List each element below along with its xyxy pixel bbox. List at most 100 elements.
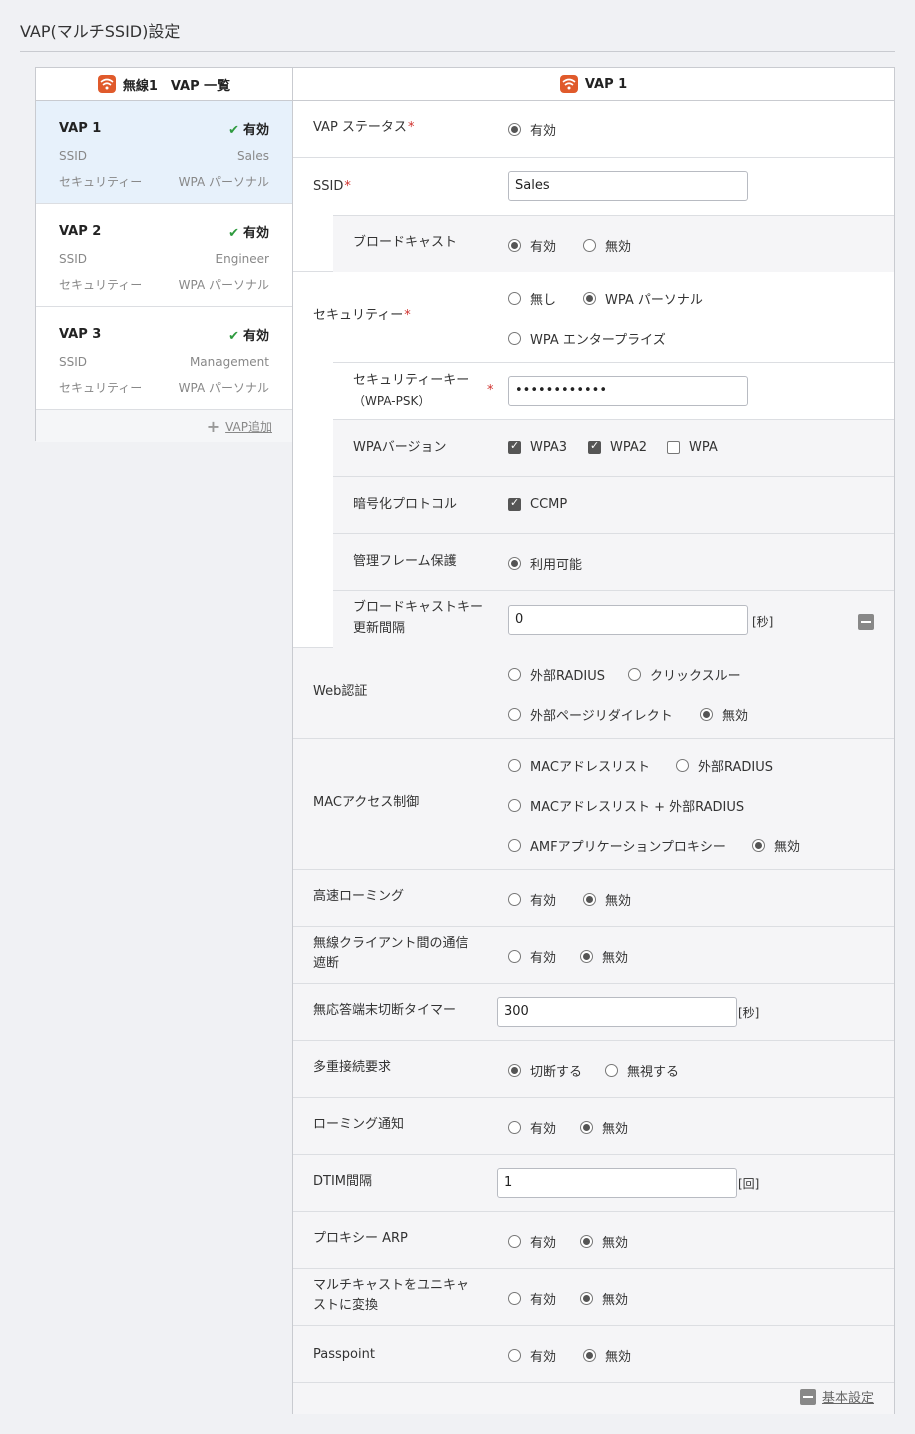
encryption-label: 暗号化プロトコル — [353, 497, 458, 512]
fast-roaming-label: 高速ローミング — [313, 889, 405, 904]
check-icon: ✔ — [228, 329, 239, 344]
security-key-input[interactable]: •••••••••••• — [508, 376, 748, 406]
encryption-row: 暗号化プロトコル CCMP — [333, 476, 894, 533]
web-auth-redirect-radio[interactable]: 外部ページリダイレクト — [508, 705, 673, 724]
add-vap-label: VAP追加 — [225, 419, 272, 434]
multi-connect-disconnect-radio[interactable]: 切断する — [508, 1061, 582, 1080]
roaming-notify-enable-radio[interactable]: 有効 — [508, 1118, 556, 1137]
collapse-icon[interactable] — [858, 614, 874, 630]
vap-status-label: VAP ステータス — [313, 120, 407, 135]
web-auth-clickthrough-radio[interactable]: クリックスルー — [628, 665, 741, 684]
status-badge: ✔ 有効 — [228, 329, 269, 344]
ssid-label: SSID — [59, 149, 88, 163]
vap-item-2[interactable]: VAP 2 ✔ 有効 SSID Engineer セキュリティー WPA パーソナル — [36, 204, 292, 307]
wpa3-checkbox[interactable]: WPA3 — [508, 439, 567, 455]
security-key-sublabel: （WPA-PSK） — [353, 394, 431, 408]
ssid-label: SSID — [59, 355, 88, 369]
client-isolation-sublabel: 遮断 — [313, 956, 340, 971]
basic-settings-link[interactable]: 基本設定 — [799, 1387, 874, 1406]
security-personal-radio[interactable]: WPA パーソナル — [583, 289, 703, 308]
proxy-arp-row: プロキシー ARP 有効 無効 — [293, 1212, 894, 1269]
broadcast-key-label: ブロードキャストキー — [353, 600, 484, 615]
ssid-input[interactable]: Sales — [508, 171, 748, 201]
broadcast-enable-radio[interactable]: 有効 — [508, 236, 556, 255]
mgmt-frame-label: 管理フレーム保護 — [353, 554, 457, 569]
mac-radius-radio[interactable]: 外部RADIUS — [676, 756, 773, 775]
web-auth-disable-radio[interactable]: 無効 — [700, 705, 748, 724]
broadcast-key-sublabel: 更新間隔 — [353, 621, 406, 636]
vap-list-title: 無線1 VAP 一覧 — [122, 78, 231, 94]
ssid-value: Management — [189, 355, 269, 369]
broadcast-key-input[interactable]: 0 — [508, 605, 748, 635]
multi-connect-label: 多重接続要求 — [313, 1060, 392, 1075]
check-icon: ✔ — [228, 226, 239, 241]
inactivity-timer-label: 無応答端末切断タイマー — [313, 1003, 457, 1018]
web-auth-label: Web認証 — [313, 684, 368, 699]
check-icon: ✔ — [228, 123, 239, 138]
client-isolation-row: 無線クライアント間の通信 遮断 有効 無効 — [293, 927, 894, 984]
ssid-label: SSID — [59, 252, 88, 266]
fast-roaming-row: 高速ローミング 有効 無効 — [293, 870, 894, 927]
mcast-to-ucast-label: マルチキャストをユニキャ — [313, 1278, 470, 1293]
inactivity-timer-input[interactable]: 300 — [497, 997, 737, 1027]
vap-item-3[interactable]: VAP 3 ✔ 有効 SSID Management セキュリティー WPA パーソナ… — [36, 307, 292, 410]
ssid-value: Engineer — [215, 252, 269, 266]
ccmp-checkbox[interactable]: CCMP — [508, 496, 567, 512]
passpoint-enable-radio[interactable]: 有効 — [508, 1346, 556, 1365]
wifi-icon — [97, 75, 116, 93]
security-label: セキュリティー — [59, 381, 143, 395]
passpoint-disable-radio[interactable]: 無効 — [583, 1346, 631, 1365]
broadcast-key-row: ブロードキャストキー 更新間隔 0 [秒] — [333, 590, 894, 648]
security-label: セキュリティー — [59, 175, 143, 189]
fast-roaming-disable-radio[interactable]: 無効 — [583, 890, 631, 909]
roaming-notify-row: ローミング通知 有効 無効 — [293, 1098, 894, 1155]
dtim-unit: [回] — [738, 1177, 760, 1191]
mac-list-radio[interactable]: MACアドレスリスト — [508, 756, 650, 775]
security-key-label: セキュリティーキー — [353, 373, 470, 388]
inactivity-timer-unit: [秒] — [738, 1006, 760, 1020]
dtim-row: DTIM間隔 1 [回] — [293, 1155, 894, 1212]
broadcast-key-unit: [秒] — [752, 615, 774, 629]
proxy-arp-label: プロキシー ARP — [313, 1231, 408, 1246]
dtim-input[interactable]: 1 — [497, 1168, 737, 1198]
wpa-checkbox[interactable]: WPA — [667, 440, 718, 455]
roaming-notify-disable-radio[interactable]: 無効 — [580, 1118, 628, 1137]
mcast-to-ucast-disable-radio[interactable]: 無効 — [580, 1289, 628, 1308]
amf-proxy-radio[interactable]: AMFアプリケーションプロキシー — [508, 836, 726, 855]
vap-status-enable-radio[interactable]: 有効 — [508, 120, 556, 139]
mac-list-radius-radio[interactable]: MACアドレスリスト + 外部RADIUS — [508, 796, 744, 815]
wpa2-checkbox[interactable]: WPA2 — [588, 439, 647, 455]
vap-detail-title: VAP 1 — [584, 76, 628, 92]
plus-icon: + — [206, 416, 221, 436]
proxy-arp-disable-radio[interactable]: 無効 — [580, 1232, 628, 1251]
multi-connect-ignore-radio[interactable]: 無視する — [605, 1061, 679, 1080]
add-vap-button[interactable]: + VAP追加 — [36, 410, 292, 442]
vap-list-header: 無線1 VAP 一覧 — [36, 68, 292, 101]
dtim-label: DTIM間隔 — [313, 1174, 373, 1189]
fast-roaming-enable-radio[interactable]: 有効 — [508, 890, 556, 909]
client-isolation-enable-radio[interactable]: 有効 — [508, 947, 556, 966]
passpoint-label: Passpoint — [313, 1347, 375, 1362]
mgmt-frame-available-radio[interactable]: 利用可能 — [508, 554, 582, 573]
roaming-notify-label: ローミング通知 — [313, 1117, 405, 1132]
mac-disable-radio[interactable]: 無効 — [752, 836, 800, 855]
web-auth-radius-radio[interactable]: 外部RADIUS — [508, 665, 605, 684]
security-none-radio[interactable]: 無し — [508, 289, 556, 308]
security-enterprise-radio[interactable]: WPA エンタープライズ — [508, 329, 666, 348]
vap-name: VAP 2 — [59, 224, 102, 239]
security-label: セキュリティー — [313, 308, 404, 323]
mcast-to-ucast-row: マルチキャストをユニキャ ストに変換 有効 無効 — [293, 1269, 894, 1326]
client-isolation-label: 無線クライアント間の通信 — [313, 936, 469, 951]
proxy-arp-enable-radio[interactable]: 有効 — [508, 1232, 556, 1251]
vap-item-1[interactable]: VAP 1 ✔ 有効 SSID Sales セキュリティー WPA パーソナル — [36, 101, 292, 204]
broadcast-disable-radio[interactable]: 無効 — [583, 236, 631, 255]
mcast-to-ucast-enable-radio[interactable]: 有効 — [508, 1289, 556, 1308]
detail-footer: 基本設定 — [293, 1383, 894, 1414]
vap-name: VAP 3 — [59, 327, 102, 342]
ssid-value: Sales — [237, 149, 269, 163]
mgmt-frame-row: 管理フレーム保護 利用可能 — [333, 533, 894, 590]
mac-access-row: MACアクセス制御 MACアドレスリスト 外部RADIUS MACアドレスリスト… — [293, 739, 894, 870]
client-isolation-disable-radio[interactable]: 無効 — [580, 947, 628, 966]
wifi-icon — [559, 75, 578, 93]
mac-access-label: MACアクセス制御 — [313, 795, 420, 810]
